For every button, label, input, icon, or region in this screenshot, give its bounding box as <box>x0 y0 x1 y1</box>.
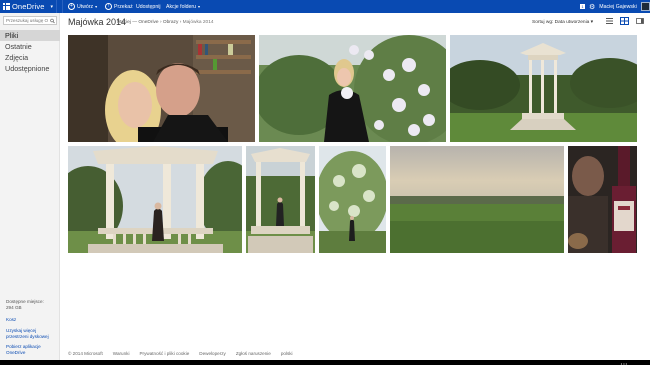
chevron-down-icon[interactable]: ▾ <box>591 20 593 25</box>
footer-report-link[interactable]: Zgłoś naruszenie <box>236 351 271 356</box>
folder-actions-label: Akcje folderu <box>166 3 196 10</box>
sort-label[interactable]: Sortuj wg: Data utworzenia <box>532 20 589 25</box>
divider <box>56 0 57 13</box>
breadcrumb-item-root[interactable]: Maciej — OneDrive <box>117 20 159 25</box>
create-label: Utwórz <box>77 3 94 10</box>
breadcrumb-item-pictures[interactable]: Obrazy <box>163 20 178 25</box>
sidebar-item-photos[interactable]: Zdjęcia <box>0 52 60 63</box>
top-right-controls: 1 ⚙ Maciej Gajewski <box>580 0 650 13</box>
photo-image <box>68 146 242 253</box>
onedrive-window: OneDrive ▾ + Utwórz ▾ ↑ Przekaż Udostępn… <box>0 0 650 365</box>
photo-image <box>319 146 386 253</box>
app-launcher[interactable]: OneDrive ▾ <box>3 0 53 13</box>
list-view-icon[interactable] <box>605 17 614 25</box>
sidebar-item-recent[interactable]: Ostatnie <box>0 41 60 52</box>
share-button[interactable]: Udostępnij <box>136 0 161 13</box>
folder-actions-button[interactable]: Akcje folderu ▾ <box>166 0 200 13</box>
upload-label: Przekaż <box>114 3 133 10</box>
photo-gazebo-portrait[interactable] <box>246 146 315 253</box>
taskbar-strip: ••• <box>0 360 650 365</box>
photo-woman-lilacs[interactable] <box>259 35 446 142</box>
photo-gazebo-woman[interactable] <box>68 146 242 253</box>
chevron-down-icon: ▾ <box>95 4 98 9</box>
share-label: Udostępnij <box>136 3 161 10</box>
footer: © 2014 Microsoft Warunki Prywatność i pl… <box>68 351 293 356</box>
storage-quota: Dostępne miejsce: 294 GB <box>6 299 44 311</box>
notifications-icon[interactable]: 1 <box>580 4 585 9</box>
search-icon[interactable] <box>50 18 55 24</box>
breadcrumb: Maciej — OneDrive › Obrazy › Majówka 201… <box>117 20 214 25</box>
sidebar: Przeszukaj usługę O Pliki Ostatnie Zdjęc… <box>0 13 60 365</box>
photo-image <box>68 35 255 142</box>
user-name[interactable]: Maciej Gajewski <box>599 4 636 10</box>
footer-language-link[interactable]: polski <box>281 351 293 356</box>
more-storage-line-2[interactable]: przestrzeni dyskowej <box>6 334 49 340</box>
photo-image <box>450 35 637 142</box>
create-button[interactable]: + Utwórz ▾ <box>68 0 97 13</box>
chevron-down-icon: ▾ <box>198 4 201 9</box>
sidebar-nav: Pliki Ostatnie Zdjęcia Udostępnione <box>0 30 60 74</box>
photo-meadow-sunset[interactable] <box>390 146 564 253</box>
photo-blossoming-tree[interactable] <box>319 146 386 253</box>
details-pane-icon[interactable] <box>635 17 644 25</box>
search-placeholder: Przeszukaj usługę O <box>6 18 49 23</box>
photo-gazebo-wide[interactable] <box>450 35 637 142</box>
get-apps-link[interactable]: Pobierz aplikacje OneDrive <box>6 344 41 356</box>
thumbnails-view-icon[interactable] <box>620 17 629 25</box>
gear-icon[interactable]: ⚙ <box>589 3 595 11</box>
get-apps-line-2[interactable]: OneDrive <box>6 350 41 356</box>
breadcrumb-item-current: Majówka 2014 <box>182 20 214 25</box>
footer-copyright: © 2014 Microsoft <box>68 351 103 356</box>
sidebar-item-shared[interactable]: Udostępnione <box>0 63 60 74</box>
search-input[interactable]: Przeszukaj usługę O <box>3 16 57 25</box>
photo-image <box>259 35 446 142</box>
divider <box>62 0 63 13</box>
photo-party-bottle[interactable] <box>568 146 637 253</box>
more-storage-link[interactable]: Uzyskaj więcej przestrzeni dyskowej <box>6 328 49 340</box>
quota-value: 294 GB <box>6 305 22 310</box>
footer-terms-link[interactable]: Warunki <box>113 351 130 356</box>
photo-image <box>568 146 637 253</box>
avatar[interactable] <box>640 2 650 11</box>
footer-privacy-link[interactable]: Prywatność i pliki cookie <box>139 351 189 356</box>
app-name[interactable]: OneDrive <box>12 2 44 11</box>
photo-couple-selfie[interactable] <box>68 35 255 142</box>
photo-image <box>246 146 315 253</box>
app-grid-icon[interactable] <box>3 3 10 10</box>
sidebar-item-files[interactable]: Pliki <box>0 30 60 41</box>
trash-link[interactable]: Kosz <box>6 317 16 323</box>
sort-dropdown[interactable]: Sortuj wg: Data utworzenia ▾ <box>532 20 593 25</box>
upload-button[interactable]: ↑ Przekaż <box>105 0 133 13</box>
chevron-down-icon[interactable]: ▾ <box>50 4 53 10</box>
top-bar: OneDrive ▾ + Utwórz ▾ ↑ Przekaż Udostępn… <box>0 0 650 13</box>
upload-icon: ↑ <box>105 3 112 10</box>
footer-developers-link[interactable]: Deweloperzy <box>199 351 226 356</box>
ellipsis-icon[interactable]: ••• <box>621 361 628 365</box>
plus-icon: + <box>68 3 75 10</box>
view-switcher <box>605 17 644 25</box>
photo-image <box>390 146 564 253</box>
